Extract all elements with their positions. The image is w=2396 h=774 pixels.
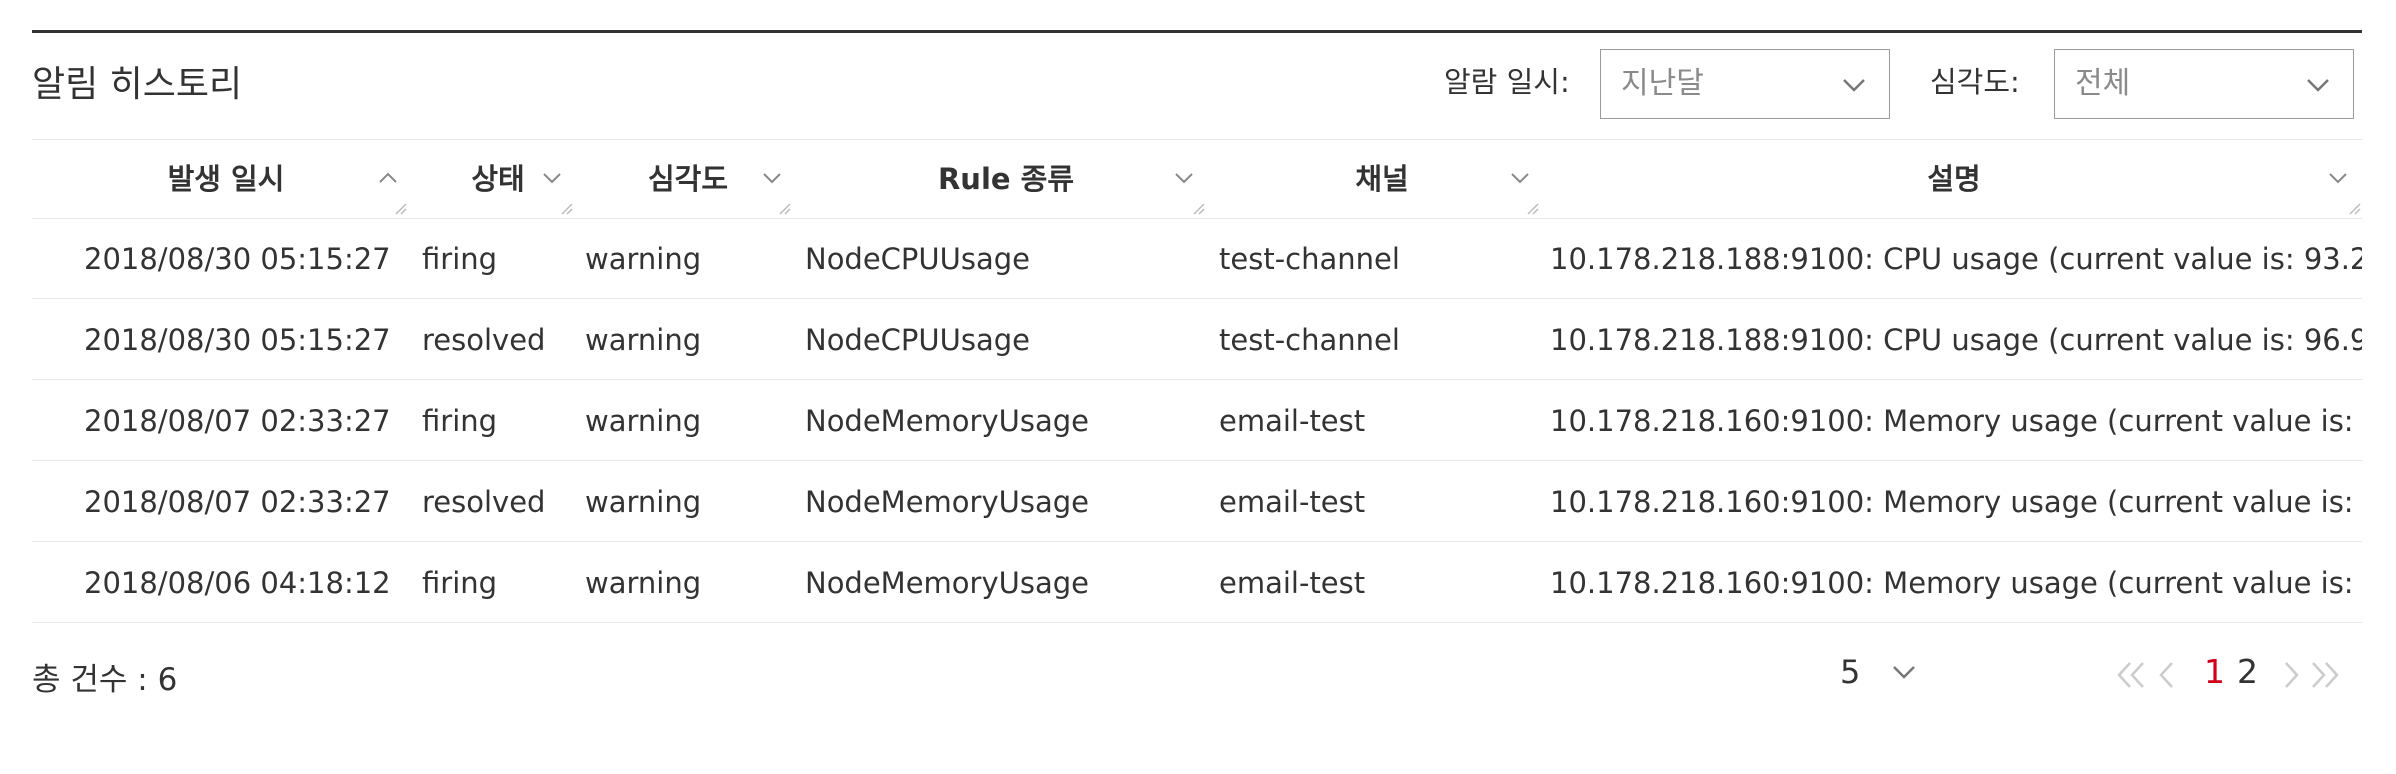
column-label: 심각도 (647, 162, 729, 196)
severity-cell: warning (585, 566, 702, 600)
severity-cell: warning (585, 323, 702, 357)
description-cell: 10.178.218.160:9100: Memory usage (curre… (1550, 566, 2362, 600)
chevron-down-icon (1843, 79, 1865, 92)
chevron-up-icon[interactable] (376, 168, 400, 188)
channel-cell: email-test (1219, 404, 1366, 438)
table-row[interactable]: 2018/08/30 05:15:27 firing warning NodeCPUU… (32, 219, 2362, 299)
description-cell: 10.178.218.188:9100: CPU usage (current … (1550, 323, 2362, 357)
col-description-header[interactable]: 설명 (1540, 140, 2362, 218)
rule-type-cell: NodeMemoryUsage (805, 566, 1089, 600)
resize-handle-icon[interactable] (394, 202, 408, 216)
resize-handle-icon[interactable] (778, 202, 792, 216)
table-row[interactable]: 2018/08/30 05:15:27 resolved warning NodeCP… (32, 300, 2362, 380)
severity-filter-value: 전체 (2075, 66, 2131, 101)
chevron-down-icon[interactable] (1508, 168, 1532, 188)
last-page-icon[interactable] (2306, 660, 2342, 690)
time-cell: 2018/08/07 02:33:27 (84, 485, 391, 519)
column-label: 상태 (471, 162, 525, 196)
page-size-chevron-down-icon[interactable] (1890, 660, 1918, 684)
column-label: Rule 종류 (937, 162, 1075, 196)
severity-cell: warning (585, 242, 702, 276)
rule-type-cell: NodeMemoryUsage (805, 485, 1089, 519)
table-row[interactable]: 2018/08/07 02:33:27 resolved warning NodeMe… (32, 462, 2362, 542)
table-row[interactable]: 2018/08/06 04:18:12 firing warning NodeMemo… (32, 543, 2362, 623)
chevron-down-icon[interactable] (760, 168, 784, 188)
rule-type-cell: NodeCPUUsage (805, 242, 1031, 276)
status-cell: resolved (422, 323, 546, 357)
column-label: 발생 일시 (167, 162, 285, 196)
page-title: 알림 히스토리 (32, 64, 243, 105)
severity-filter-select[interactable]: 전체 (2054, 49, 2354, 119)
prev-page-icon[interactable] (2156, 660, 2178, 690)
time-cell: 2018/08/07 02:33:27 (84, 404, 391, 438)
top-divider (32, 30, 2362, 33)
chevron-down-icon[interactable] (540, 168, 564, 188)
first-page-icon[interactable] (2114, 660, 2150, 690)
resize-handle-icon[interactable] (1526, 202, 1540, 216)
table-row[interactable]: 2018/08/07 02:33:27 firing warning NodeMemo… (32, 381, 2362, 461)
alert-history-panel: 알림 히스토리 알람 일시: 지난달 심각도: 전체 발생 일시 상태 심각도 Rul… (32, 30, 2362, 750)
severity-filter-label: 심각도: (1930, 65, 2020, 99)
channel-cell: email-test (1219, 566, 1366, 600)
channel-cell: test-channel (1219, 323, 1400, 357)
date-filter-value: 지난달 (1621, 66, 1704, 101)
total-count: 총 건수 : 6 (32, 662, 178, 698)
col-occurred-at-header[interactable]: 발생 일시 (32, 140, 408, 218)
time-cell: 2018/08/30 05:15:27 (84, 323, 391, 357)
channel-cell: email-test (1219, 485, 1366, 519)
col-channel-header[interactable]: 채널 (1206, 140, 1540, 218)
description-cell: 10.178.218.160:9100: Memory usage (curre… (1550, 404, 2362, 438)
description-cell: 10.178.218.160:9100: Memory usage (curre… (1550, 485, 2362, 519)
status-cell: resolved (422, 485, 546, 519)
resize-handle-icon[interactable] (2348, 202, 2362, 216)
status-cell: firing (422, 566, 498, 600)
resize-handle-icon[interactable] (1192, 202, 1206, 216)
rule-type-cell: NodeCPUUsage (805, 323, 1031, 357)
date-filter-label: 알람 일시: (1444, 65, 1570, 99)
column-label: 채널 (1355, 162, 1409, 196)
page-2-link[interactable]: 2 (2237, 650, 2258, 694)
column-label: 설명 (1927, 162, 1981, 196)
severity-cell: warning (585, 404, 702, 438)
page-1-link[interactable]: 1 (2204, 650, 2225, 694)
description-cell: 10.178.218.188:9100: CPU usage (current … (1550, 242, 2362, 276)
time-cell: 2018/08/30 05:15:27 (84, 242, 391, 276)
resize-handle-icon[interactable] (560, 202, 574, 216)
page-size-value[interactable]: 5 (1840, 652, 1860, 692)
next-page-icon[interactable] (2280, 660, 2302, 690)
table-header: 발생 일시 상태 심각도 Rule 종류 채널 설명 (32, 139, 2362, 219)
rule-type-cell: NodeMemoryUsage (805, 404, 1089, 438)
status-cell: firing (422, 404, 498, 438)
channel-cell: test-channel (1219, 242, 1400, 276)
time-cell: 2018/08/06 04:18:12 (84, 566, 391, 600)
col-severity-header[interactable]: 심각도 (574, 140, 792, 218)
col-status-header[interactable]: 상태 (408, 140, 574, 218)
chevron-down-icon[interactable] (1172, 168, 1196, 188)
col-rule-type-header[interactable]: Rule 종류 (792, 140, 1206, 218)
status-cell: firing (422, 242, 498, 276)
severity-cell: warning (585, 485, 702, 519)
date-filter-select[interactable]: 지난달 (1600, 49, 1890, 119)
chevron-down-icon[interactable] (2326, 168, 2350, 188)
chevron-down-icon (2307, 79, 2329, 92)
